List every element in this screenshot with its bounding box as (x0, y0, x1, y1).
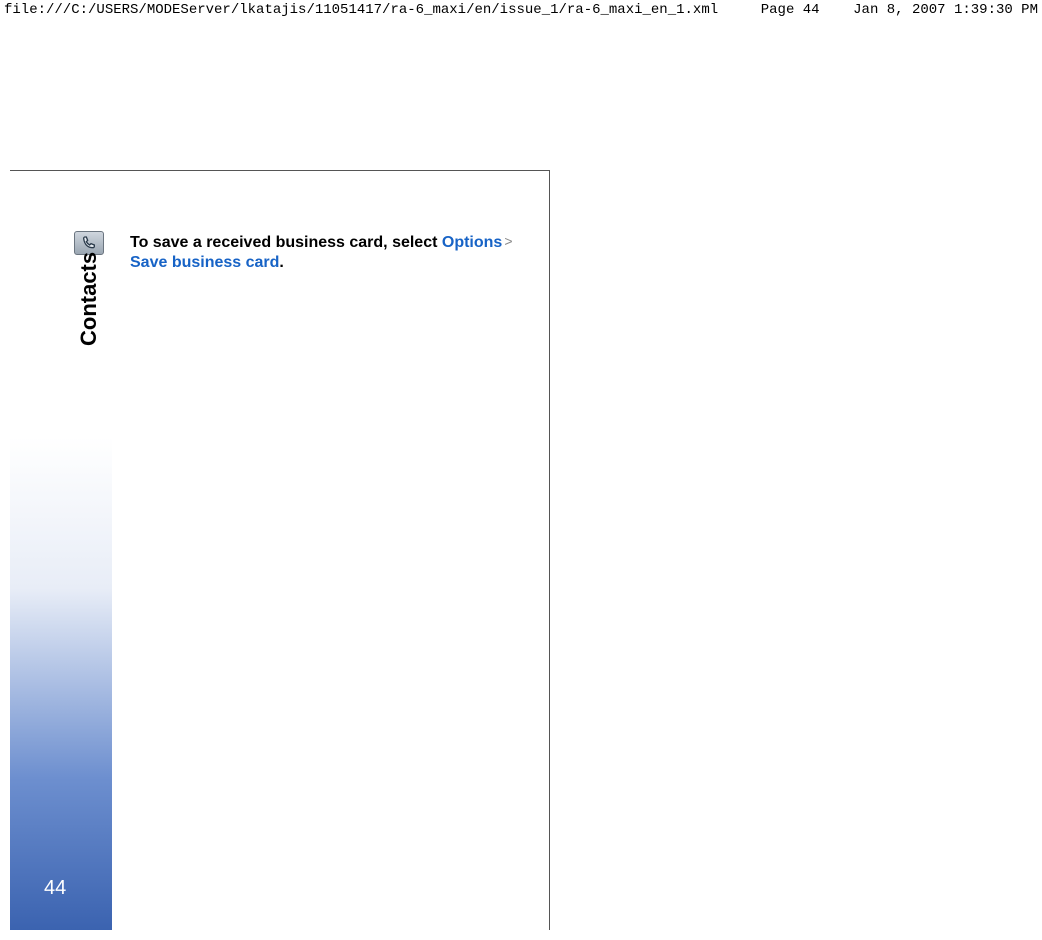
print-header: file:///C:/USERS/MODEServer/lkatajis/110… (0, 0, 1042, 24)
page-number: 44 (44, 877, 66, 900)
save-business-card-link: Save business card (130, 254, 279, 271)
body-paragraph: To save a received business card, select… (130, 233, 535, 273)
body-suffix: . (279, 254, 283, 271)
options-link: Options (442, 234, 502, 251)
body-prefix: To save a received business card, select (130, 234, 442, 251)
timestamp: Jan 8, 2007 1:39:30 PM (853, 2, 1038, 18)
file-path: file:///C:/USERS/MODEServer/lkatajis/110… (4, 2, 718, 22)
side-column: Contacts 44 (10, 171, 112, 930)
section-title: Contacts (76, 252, 102, 346)
page-frame: Contacts 44 To save a received business … (10, 170, 550, 930)
header-right: Page 44 Jan 8, 2007 1:39:30 PM (761, 2, 1038, 22)
page-label: Page 44 (761, 2, 820, 18)
chevron-right-icon: > (502, 233, 514, 251)
